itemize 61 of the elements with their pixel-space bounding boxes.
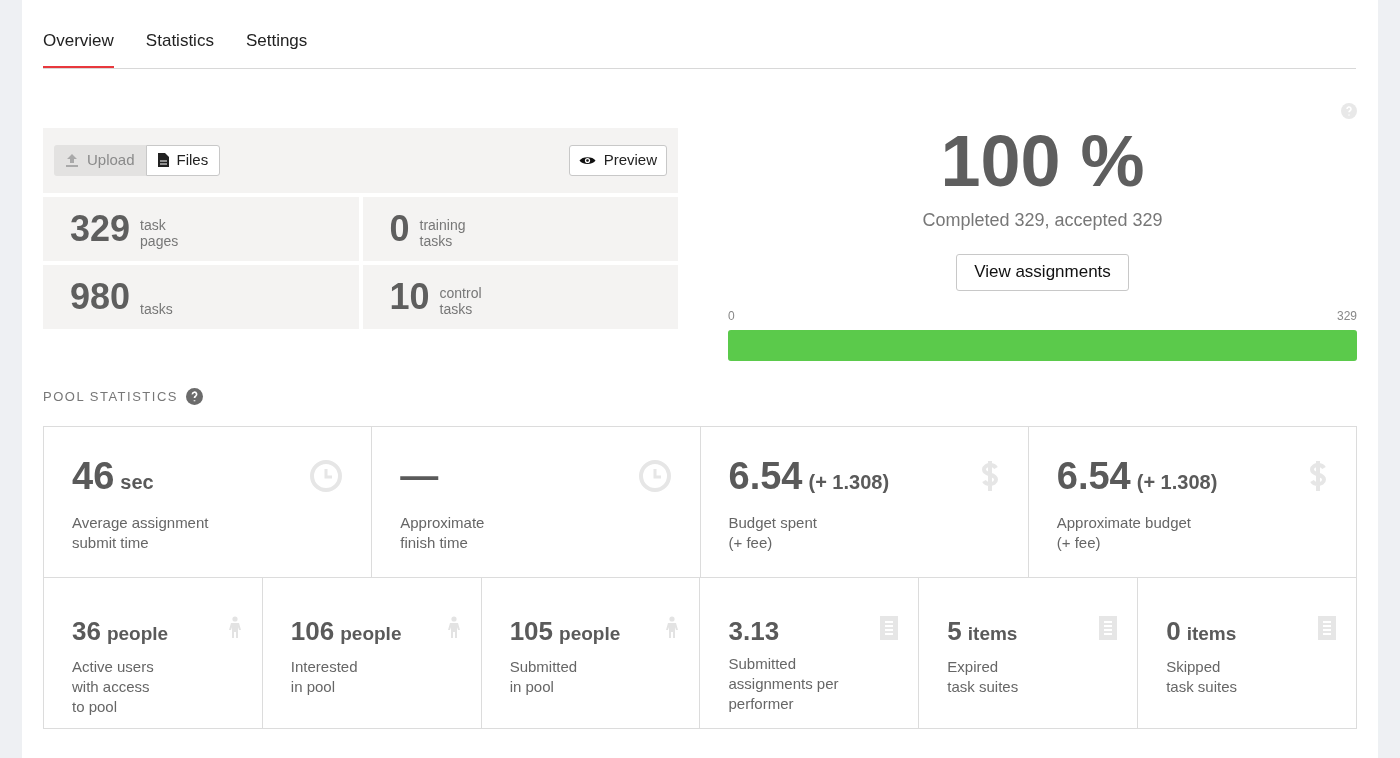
person-icon <box>665 616 680 638</box>
document-icon <box>157 153 169 167</box>
stat-label: Budget spent (+ fee) <box>728 513 818 553</box>
tab[interactable]: Overview <box>43 28 114 68</box>
stat-value: 36 <box>72 616 101 646</box>
stat-label: Submitted in pool <box>509 656 579 697</box>
stat-label: Approximate finish time <box>400 513 485 553</box>
stat-label: Skipped task suites <box>1166 656 1238 697</box>
stat-value: 5 <box>947 616 962 646</box>
tab[interactable]: Settings <box>245 28 308 68</box>
person-icon <box>446 616 461 638</box>
stat-label: Expired task suites <box>947 656 1019 697</box>
preview-button[interactable]: Preview <box>568 144 667 176</box>
upload-icon <box>65 153 79 167</box>
clock-icon <box>309 459 344 493</box>
stat-unit: (+ 1.308) <box>808 470 890 495</box>
stat-label: Average assignment submit time <box>72 513 209 553</box>
dollar-icon <box>1308 459 1328 493</box>
stat-unit: people <box>340 622 402 646</box>
eye-icon <box>578 154 596 166</box>
stat-value: 6.54 <box>1056 455 1131 497</box>
person-icon <box>227 616 242 638</box>
section-title: POOL STATISTICS <box>43 387 178 406</box>
stat-value: 106 <box>290 616 335 646</box>
stat-value: 6.54 <box>728 455 803 497</box>
dollar-icon <box>979 459 1000 493</box>
files-button[interactable]: Files <box>145 144 221 176</box>
count-label: task pages <box>140 216 179 251</box>
stat-unit: people <box>559 622 621 646</box>
count-value: 10 <box>389 274 430 319</box>
help-icon[interactable] <box>185 387 203 405</box>
stat-value: 105 <box>509 616 554 646</box>
count-value: 329 <box>70 206 131 251</box>
stat-value: 3.13 <box>728 616 780 646</box>
stat-unit: people <box>106 622 169 646</box>
count-value: 0 <box>389 206 410 251</box>
stat-value: 0 <box>1166 616 1181 646</box>
progress-max-label: 329 <box>1336 307 1357 325</box>
view-assignments-button[interactable]: View assignments <box>956 253 1129 291</box>
stat-label: Approximate budget (+ fee) <box>1056 513 1192 553</box>
stat-unit: items <box>1186 622 1237 646</box>
completion-percent: 100 % <box>940 122 1145 199</box>
count-label: training tasks <box>419 216 466 251</box>
tab[interactable]: Statistics <box>145 28 214 68</box>
stat-value: 46 <box>72 455 115 497</box>
document-icon <box>1318 616 1336 640</box>
count-value: 980 <box>70 274 131 319</box>
stat-unit: sec <box>120 470 154 495</box>
stat-label: Active users with access to pool <box>72 656 155 717</box>
count-label: tasks <box>140 300 173 319</box>
document-icon <box>880 616 899 640</box>
stat-label: Interested in pool <box>290 656 359 697</box>
stat-label: Submitted assignments per performer <box>728 654 839 714</box>
stat-unit: items <box>967 622 1018 646</box>
progress-min-label: 0 <box>728 307 735 325</box>
document-icon <box>1099 616 1118 640</box>
completion-summary: Completed 329, accepted 329 <box>922 208 1163 232</box>
count-label: control tasks <box>439 284 482 319</box>
stat-value: — <box>400 455 439 497</box>
clock-icon <box>637 459 672 493</box>
stat-unit: (+ 1.308) <box>1136 470 1218 495</box>
